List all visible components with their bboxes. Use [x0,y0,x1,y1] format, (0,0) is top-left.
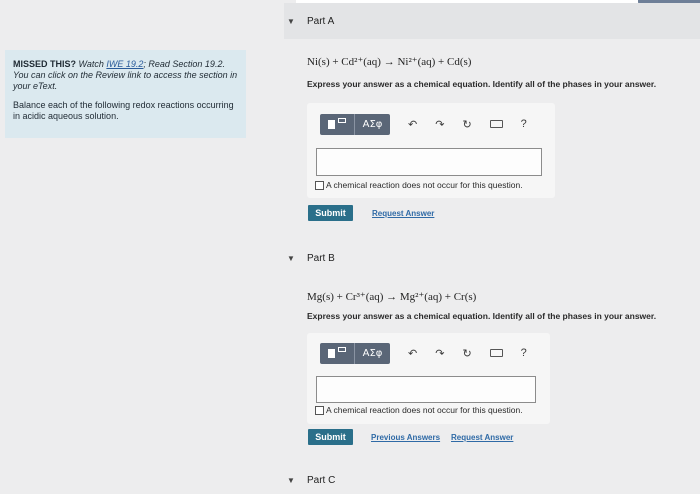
templates-icon[interactable] [320,342,354,364]
part-b-instruction: Express your answer as a chemical equati… [307,311,657,321]
part-b-answer-input[interactable] [316,376,536,403]
collapse-caret-icon[interactable]: ▼ [287,17,297,26]
part-a-no-reaction-label: A chemical reaction does not occur for t… [326,180,523,190]
collapse-caret-icon[interactable]: ▼ [287,476,297,485]
iwe-link[interactable]: IWE 19.2 [106,59,143,69]
part-a-no-reaction-row[interactable]: A chemical reaction does not occur for t… [315,180,523,190]
part-b-request-answer-link[interactable]: Request Answer [451,433,513,442]
keyboard-icon[interactable] [489,120,503,128]
part-b-no-reaction-label: A chemical reaction does not occur for t… [326,405,523,415]
hint-pre-text: Watch [76,59,107,69]
hint-text: MISSED THIS? Watch IWE 19.2; Read Sectio… [13,59,240,92]
greek-symbols-button[interactable]: ΑΣφ [354,342,390,364]
part-a-label: Part A [307,15,335,27]
part-a-answer-input[interactable] [316,148,542,176]
reset-icon[interactable]: ↻ [462,347,471,360]
redo-icon[interactable]: ↷ [435,347,444,360]
part-c-header[interactable]: ▼ Part C [284,462,700,494]
redo-icon[interactable]: ↷ [435,118,444,131]
help-icon[interactable]: ? [521,347,527,359]
part-b-template-group: ΑΣφ [320,342,390,364]
part-b-equation: Mg(s) + Cr³⁺(aq) → Mg²⁺(aq) + Cr(s) [307,291,477,303]
part-a-template-group: ΑΣφ [320,113,390,135]
hint-panel: MISSED THIS? Watch IWE 19.2; Read Sectio… [5,50,246,138]
part-a-submit-button[interactable]: Submit [308,205,353,221]
part-b-submit-button[interactable]: Submit [308,429,353,445]
keyboard-icon[interactable] [489,349,503,357]
part-b-header[interactable]: ▼ Part B [284,240,700,276]
part-c-label: Part C [307,474,336,486]
part-a-equation: Ni(s) + Cd²⁺(aq) → Ni²⁺(aq) + Cd(s) [307,56,472,68]
part-a-header[interactable]: ▼ Part A [284,3,700,39]
templates-icon[interactable] [320,113,354,135]
part-a-request-answer-link[interactable]: Request Answer [372,209,434,218]
greek-symbols-button[interactable]: ΑΣφ [354,113,390,135]
undo-icon[interactable]: ↶ [408,118,417,131]
collapse-caret-icon[interactable]: ▼ [287,254,297,263]
help-icon[interactable]: ? [521,118,527,130]
part-b-previous-answers-link[interactable]: Previous Answers [371,433,440,442]
part-a-no-reaction-checkbox[interactable] [315,180,324,190]
part-b-label: Part B [307,252,335,264]
undo-icon[interactable]: ↶ [408,347,417,360]
part-b-no-reaction-row[interactable]: A chemical reaction does not occur for t… [315,405,523,415]
part-b-toolbar: ΑΣφ ↶ ↷ ↻ ? [320,341,527,365]
part-a-instruction: Express your answer as a chemical equati… [307,79,657,89]
hint-bold-label: MISSED THIS? [13,59,77,69]
instruction-text: Balance each of the following redox reac… [13,100,234,121]
part-a-toolbar: ΑΣφ ↶ ↷ ↻ ? [320,112,527,136]
part-b-no-reaction-checkbox[interactable] [315,405,324,415]
reset-icon[interactable]: ↻ [462,118,471,131]
